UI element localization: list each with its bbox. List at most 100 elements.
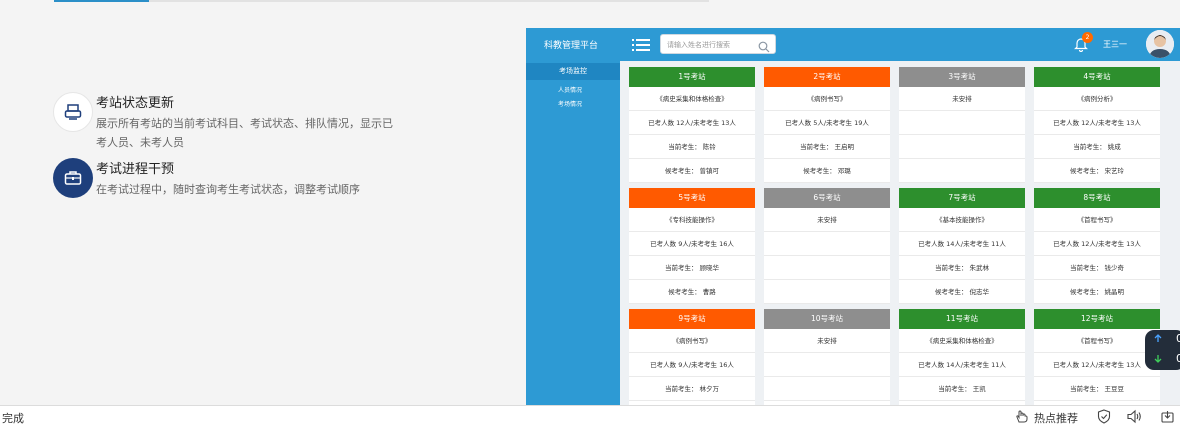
station-subject: 未安排 bbox=[899, 87, 1025, 111]
station-subject: 《病史采集和体格检查》 bbox=[899, 329, 1025, 353]
station-current-examinee bbox=[899, 135, 1025, 159]
station-header: 2号考站 bbox=[764, 67, 890, 87]
scroll-arrows-icon[interactable] bbox=[1145, 330, 1180, 370]
station-header: 12号考站 bbox=[1034, 309, 1160, 329]
shield-check-icon[interactable] bbox=[1097, 409, 1111, 427]
station-card[interactable]: 10号考站 未安排 bbox=[764, 309, 890, 405]
station-header: 7号考站 bbox=[899, 188, 1025, 208]
station-subject: 《病史采集和体格检查》 bbox=[629, 87, 755, 111]
station-subject: 《病例分析》 bbox=[1034, 87, 1160, 111]
station-subject: 《首程书写》 bbox=[1034, 208, 1160, 232]
station-waiting-examinee bbox=[764, 280, 890, 304]
speaker-icon[interactable] bbox=[1126, 409, 1142, 427]
station-card[interactable]: 11号考站 《病史采集和体格检查》 已考人数 14人/未考考生 11人 当前考生： 王… bbox=[899, 309, 1025, 405]
hand-icon[interactable] bbox=[1014, 409, 1029, 427]
station-card[interactable]: 12号考站 《首程书写》 已考人数 12人/未考考生 13人 当前考生： 王豆豆 bbox=[1034, 309, 1160, 405]
avatar[interactable] bbox=[1146, 30, 1174, 58]
feature-desc: 在考试过程中，随时查询考生考试状态，调整考试顺序 bbox=[96, 183, 360, 196]
sidebar-item-exam-monitor[interactable]: 考场监控 bbox=[526, 63, 620, 80]
scroll-down-value: 0 bbox=[1176, 352, 1180, 365]
station-current-examinee: 当前考生： 王启明 bbox=[764, 135, 890, 159]
download-icon[interactable] bbox=[1160, 409, 1175, 427]
station-counts: 已考人数 9人/未考考生 16人 bbox=[629, 353, 755, 377]
printer-icon bbox=[53, 92, 93, 132]
sidebar-item-personnel[interactable]: 人员情况 bbox=[558, 85, 582, 94]
station-subject: 《基本技能操作》 bbox=[899, 208, 1025, 232]
station-current-examinee: 当前考生： 姚成 bbox=[1034, 135, 1160, 159]
browser-statusbar: 完成 热点推荐 bbox=[0, 405, 1180, 427]
station-card[interactable]: 5号考站 《专科技能操作》 已考人数 9人/未考考生 16人 当前考生： 顾晓华 候考考… bbox=[629, 188, 755, 304]
search-input[interactable] bbox=[667, 38, 753, 51]
menu-icon[interactable] bbox=[632, 37, 650, 56]
username[interactable]: 王三一 bbox=[1103, 39, 1127, 50]
search-box[interactable] bbox=[660, 34, 776, 54]
station-subject: 《专科技能操作》 bbox=[629, 208, 755, 232]
station-waiting-examinee: 候考考生： 曹路 bbox=[629, 280, 755, 304]
sidebar-item-venue[interactable]: 考场情况 bbox=[558, 99, 582, 108]
station-counts bbox=[764, 232, 890, 256]
station-current-examinee: 当前考生： 钱少奇 bbox=[1034, 256, 1160, 280]
station-waiting-examinee: 候考考生： 邓璐 bbox=[764, 159, 890, 183]
station-card[interactable]: 3号考站 未安排 bbox=[899, 67, 1025, 183]
app-brand: 科教管理平台 bbox=[544, 41, 599, 51]
status-text: 完成 bbox=[2, 412, 24, 425]
station-current-examinee bbox=[764, 256, 890, 280]
station-waiting-examinee: 候考考生： 倪志华 bbox=[899, 280, 1025, 304]
station-header: 11号考站 bbox=[899, 309, 1025, 329]
station-header: 9号考站 bbox=[629, 309, 755, 329]
scroll-up-value: 0 bbox=[1176, 332, 1180, 345]
station-card[interactable]: 8号考站 《首程书写》 已考人数 12人/未考考生 13人 当前考生： 钱少奇 候考考生… bbox=[1034, 188, 1160, 304]
station-current-examinee: 当前考生： 林夕万 bbox=[629, 377, 755, 401]
station-waiting-examinee: 候考考生： 姚晶明 bbox=[1034, 280, 1160, 304]
station-subject: 《病例书写》 bbox=[629, 329, 755, 353]
station-counts bbox=[899, 111, 1025, 135]
sidebar: 考场监控 人员情况 考场情况 bbox=[526, 61, 620, 405]
station-header: 8号考站 bbox=[1034, 188, 1160, 208]
station-counts: 已考人数 12人/未考考生 13人 bbox=[629, 111, 755, 135]
station-card[interactable]: 2号考站 《病例书写》 已考人数 5人/未考考生 19人 当前考生： 王启明 候考考生：… bbox=[764, 67, 890, 183]
feature-title: 考试进程干预 bbox=[96, 162, 175, 177]
station-card[interactable]: 6号考站 未安排 bbox=[764, 188, 890, 304]
station-counts: 已考人数 12人/未考考生 13人 bbox=[1034, 353, 1160, 377]
station-current-examinee: 当前考生： 朱武林 bbox=[899, 256, 1025, 280]
station-current-examinee bbox=[764, 377, 890, 401]
notification-badge: 2 bbox=[1082, 32, 1093, 43]
station-counts: 已考人数 14人/未考考生 11人 bbox=[899, 353, 1025, 377]
station-card[interactable]: 9号考站 《病例书写》 已考人数 9人/未考考生 16人 当前考生： 林夕万 bbox=[629, 309, 755, 405]
station-header: 5号考站 bbox=[629, 188, 755, 208]
station-header: 3号考站 bbox=[899, 67, 1025, 87]
station-waiting-examinee: 候考考生： 曾镇可 bbox=[629, 159, 755, 183]
station-waiting-examinee bbox=[899, 159, 1025, 183]
station-card[interactable]: 4号考站 《病例分析》 已考人数 12人/未考考生 13人 当前考生： 姚成 候考考生：… bbox=[1034, 67, 1160, 183]
station-counts: 已考人数 14人/未考考生 11人 bbox=[899, 232, 1025, 256]
station-current-examinee: 当前考生： 王凯 bbox=[899, 377, 1025, 401]
feature-desc: 展示所有考站的当前考试科目、考试状态、排队情况，显示已考人员、未考人员 bbox=[96, 117, 393, 149]
station-current-examinee: 当前考生： 王豆豆 bbox=[1034, 377, 1160, 401]
station-current-examinee: 当前考生： 顾晓华 bbox=[629, 256, 755, 280]
station-subject: 未安排 bbox=[764, 329, 890, 353]
feature-status-update: 考站状态更新 展示所有考站的当前考试科目、考试状态、排队情况，显示已考人员、未考… bbox=[53, 92, 413, 152]
feature-title: 考站状态更新 bbox=[96, 96, 175, 111]
station-counts: 已考人数 9人/未考考生 16人 bbox=[629, 232, 755, 256]
app-header: 科教管理平台 2 王三一 bbox=[526, 28, 1180, 61]
briefcase-icon bbox=[53, 158, 93, 198]
hot-recommend-link[interactable]: 热点推荐 bbox=[1034, 410, 1078, 426]
app-preview: 科教管理平台 2 王三一 考场监控 人员情况 考场情况 1号考站《病史采集和体格… bbox=[526, 28, 1180, 405]
scroll-widget[interactable]: 0 0 bbox=[1145, 330, 1180, 370]
station-card[interactable]: 1号考站 《病史采集和体格检查》 已考人数 12人/未考考生 13人 当前考生： 陈铃… bbox=[629, 67, 755, 183]
station-subject: 《首程书写》 bbox=[1034, 329, 1160, 353]
station-counts: 已考人数 12人/未考考生 13人 bbox=[1034, 232, 1160, 256]
station-current-examinee: 当前考生： 陈铃 bbox=[629, 135, 755, 159]
station-card[interactable]: 7号考站 《基本技能操作》 已考人数 14人/未考考生 11人 当前考生： 朱武林 候考… bbox=[899, 188, 1025, 304]
active-tab-indicator[interactable] bbox=[54, 0, 149, 2]
station-subject: 未安排 bbox=[764, 208, 890, 232]
station-header: 10号考站 bbox=[764, 309, 890, 329]
station-counts: 已考人数 5人/未考考生 19人 bbox=[764, 111, 890, 135]
station-subject: 《病例书写》 bbox=[764, 87, 890, 111]
station-waiting-examinee: 候考考生： 宋艺玲 bbox=[1034, 159, 1160, 183]
station-counts bbox=[764, 353, 890, 377]
feature-process-intervention: 考试进程干预 在考试过程中，随时查询考生考试状态，调整考试顺序 bbox=[53, 158, 413, 208]
tab-strip bbox=[149, 0, 709, 2]
station-header: 4号考站 bbox=[1034, 67, 1160, 87]
search-icon[interactable] bbox=[758, 38, 770, 57]
